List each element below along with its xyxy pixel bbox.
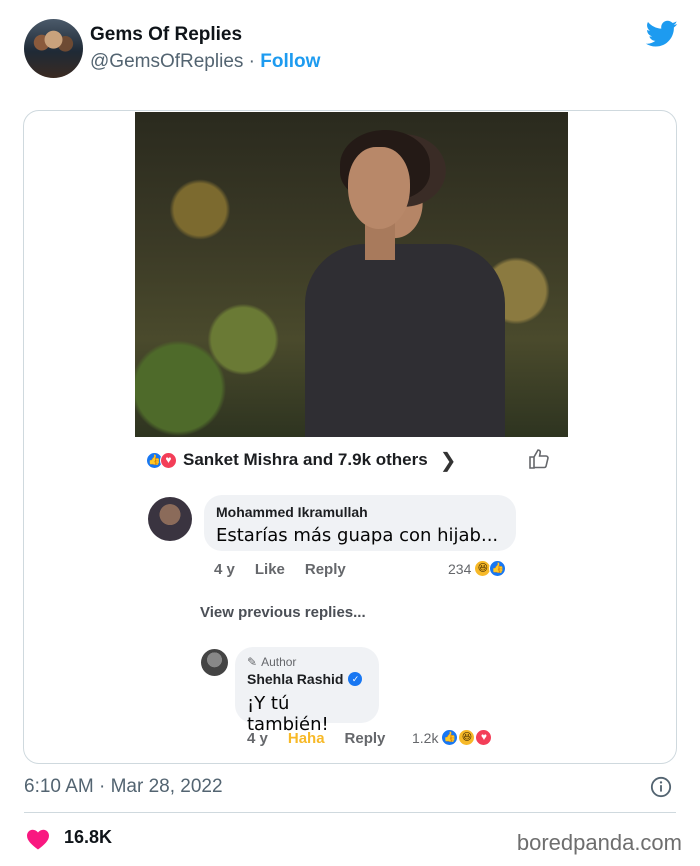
thumbs-up-icon[interactable]: [527, 447, 551, 471]
twitter-bird-icon[interactable]: [646, 20, 678, 48]
comment-author[interactable]: Mohammed Ikramullah: [216, 504, 504, 520]
love-icon: ♥: [475, 729, 493, 746]
chevron-right-icon: ❯: [439, 449, 457, 472]
reactions-summary[interactable]: 👍 ♥ Sanket Mishra and 7.9k others ❯: [146, 447, 456, 473]
like-icon: 👍: [489, 560, 507, 577]
divider: [24, 812, 676, 813]
reply-reply-button[interactable]: Reply: [345, 730, 386, 747]
reactions-text: Sanket Mishra and 7.9k others: [183, 450, 428, 469]
love-icon: ♥: [160, 451, 177, 469]
profile-avatar[interactable]: [24, 19, 83, 78]
handle-row: @GemsOfReplies · Follow: [90, 51, 320, 73]
comment-text: Estarías más guapa con hijab...: [216, 525, 499, 546]
display-name[interactable]: Gems Of Replies: [90, 24, 242, 46]
reply-reaction-count[interactable]: 1.2k 👍 😆 ♥: [412, 729, 493, 746]
pencil-icon: ✎: [247, 655, 258, 669]
separator: ·: [243, 51, 261, 72]
comment-actions: 4 y Like Reply: [214, 561, 346, 578]
info-icon[interactable]: [650, 776, 672, 798]
reply-reaction-number: 1.2k: [412, 729, 439, 746]
follow-button[interactable]: Follow: [260, 51, 320, 72]
watermark: boredpanda.com: [516, 830, 682, 855]
handle[interactable]: @GemsOfReplies: [90, 51, 243, 72]
reply-author-row: Shehla Rashid ✓: [247, 671, 367, 687]
reply-author[interactable]: Shehla Rashid: [247, 671, 343, 687]
reply-avatar[interactable]: [201, 649, 228, 676]
reply-bubble: ✎ Author Shehla Rashid ✓ ¡Y tú también!: [235, 647, 379, 735]
author-tag-label: Author: [261, 655, 297, 669]
post-photo: [135, 112, 568, 437]
reply-actions: 4 y Haha Reply: [247, 730, 385, 747]
comment-reaction-count[interactable]: 234 😆 👍: [448, 560, 507, 577]
view-previous-replies-link[interactable]: View previous replies...: [200, 604, 366, 621]
comment-reply-button[interactable]: Reply: [305, 561, 346, 578]
comment-bubble: Mohammed Ikramullah Estarías más guapa c…: [204, 495, 516, 551]
reply-text: ¡Y tú también!: [247, 693, 329, 735]
comment-time: 4 y: [214, 561, 235, 578]
likes-count[interactable]: 16.8K: [64, 827, 112, 848]
tweet-timestamp[interactable]: 6:10 AM · Mar 28, 2022: [24, 776, 223, 798]
author-badge: ✎ Author: [247, 655, 367, 669]
comment-reaction-number: 234: [448, 560, 472, 577]
haha-icon: 😆: [458, 729, 476, 746]
reply-haha-button[interactable]: Haha: [288, 730, 325, 747]
verified-badge-icon: ✓: [348, 672, 363, 686]
comment-like-button[interactable]: Like: [255, 561, 285, 578]
commenter-avatar[interactable]: [148, 497, 192, 541]
heart-icon[interactable]: [26, 828, 50, 850]
media-card[interactable]: 👍 ♥ Sanket Mishra and 7.9k others ❯ Moha…: [23, 110, 677, 764]
reply-time: 4 y: [247, 730, 268, 747]
like-icon: 👍: [441, 729, 459, 746]
